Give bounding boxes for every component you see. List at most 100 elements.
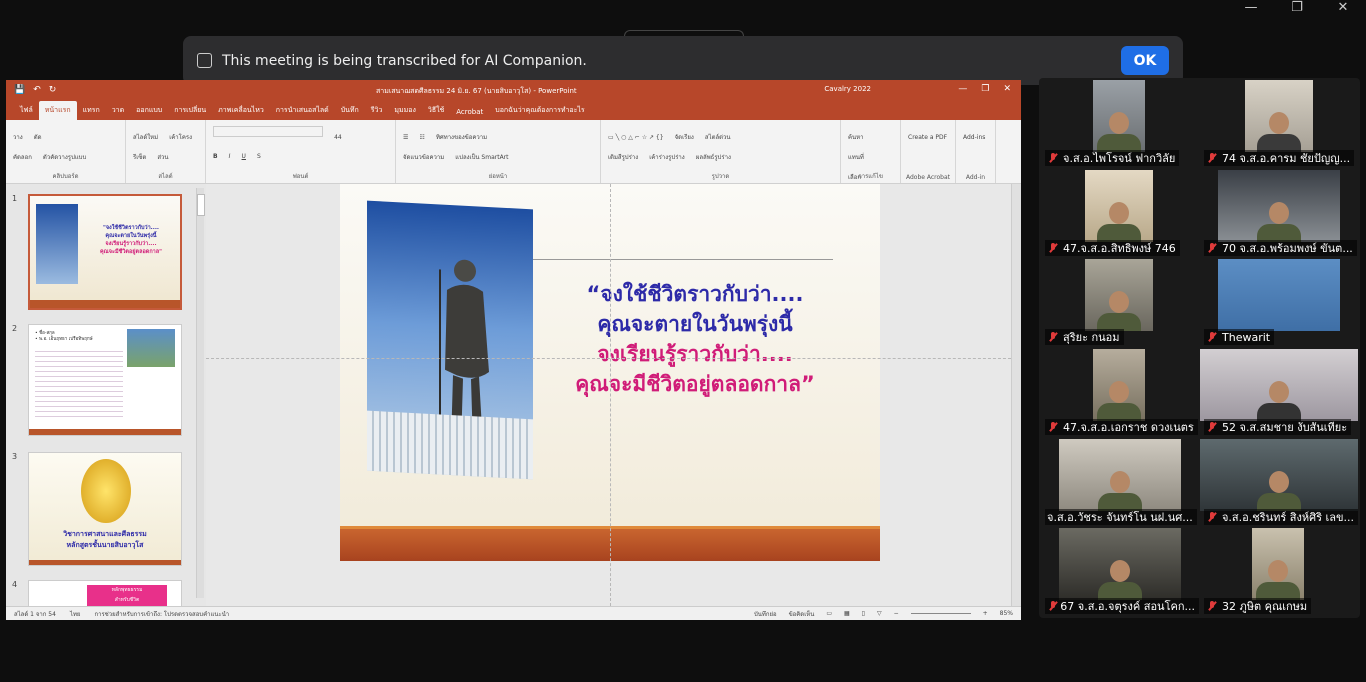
group-label-slides: สไลด์	[158, 173, 173, 180]
slide-thumbnail-3[interactable]: วิชาการศาสนาและศีลธรรม หลักสูตรชั้นนายสิ…	[28, 452, 182, 566]
shape-outline-button[interactable]: เค้าร่างรูปร่าง	[649, 152, 685, 162]
banner-text: This meeting is being transcribed for AI…	[222, 52, 587, 69]
text-direction-button[interactable]: ทิศทางของข้อความ	[436, 132, 487, 142]
slide-thumbnail-2[interactable]: • ชื่อ-สกุล • พ.อ. เอ็นฤทธา เปรือทิพฤกษ์	[28, 324, 182, 436]
zoom-out-icon[interactable]: −	[894, 610, 899, 617]
tab-acrobat[interactable]: Acrobat	[450, 104, 489, 120]
language[interactable]: ไทย	[70, 609, 81, 619]
normal-view-icon[interactable]: ▭	[826, 610, 832, 617]
tab-design[interactable]: ออกแบบ	[130, 101, 168, 120]
redo-icon[interactable]: ↻	[49, 85, 57, 95]
tab-insert[interactable]: แทรก	[77, 101, 106, 120]
shapes-gallery[interactable]: ▭ ╲ ○ △ ⌐ ☆ ↗ {}	[608, 134, 664, 141]
participant-tile[interactable]: 52 จ.ส.สมชาย งับสันเทียะ	[1200, 349, 1358, 437]
zoom-slider[interactable]	[910, 613, 971, 614]
comments-button[interactable]: ข้อคิดเห็น	[789, 609, 815, 619]
quick-styles-button[interactable]: สไตล์ด่วน	[705, 132, 731, 142]
close-icon[interactable]: ✕	[1320, 0, 1366, 15]
tab-file[interactable]: ไฟล์	[14, 101, 39, 120]
section-button[interactable]: ส่วน	[157, 152, 168, 162]
tab-review[interactable]: รีวิว	[365, 101, 389, 120]
participant-tile[interactable]: 67 จ.ส.อ.จตุรงค์ สอนโคก...	[1041, 528, 1199, 616]
participant-tile[interactable]: สุริยะ กนอม	[1041, 259, 1199, 347]
ppt-minimize-icon[interactable]: —	[958, 84, 967, 94]
participant-tile[interactable]: จ.ส.อ.วัชระ จันทร์โน นฝ.นศ...	[1041, 439, 1199, 527]
mic-muted-icon	[1047, 242, 1059, 254]
mic-muted-icon	[1047, 152, 1059, 164]
tab-help[interactable]: วิธีใช้	[422, 101, 450, 120]
thumbs-scrollbar[interactable]	[196, 188, 205, 598]
slideshow-view-icon[interactable]: ▽	[877, 610, 882, 617]
copy-button[interactable]: คัดลอก	[13, 152, 32, 162]
quote-line-1: “จงใช้ชีวิตราวกับว่า....	[586, 282, 804, 306]
paste-button[interactable]: วาง	[13, 132, 23, 142]
numbering-icon[interactable]: ☷	[419, 134, 424, 141]
group-label-drawing: รูปวาด	[711, 173, 730, 180]
participant-video	[1218, 170, 1340, 242]
underline-icon[interactable]: U	[242, 153, 246, 160]
cut-button[interactable]: ตัด	[34, 132, 42, 142]
participant-tile[interactable]: Thewarit	[1200, 259, 1358, 347]
reset-button[interactable]: รีเซ็ต	[133, 152, 146, 162]
reading-view-icon[interactable]: ▯	[862, 610, 865, 617]
slide-count: สไลด์ 1 จาก 54	[14, 610, 56, 618]
shared-powerpoint-window: 💾 ↶ ↻ สามเสนาฌสดศีลธรรม 24 มิ.ย. 67 (นาย…	[6, 80, 1021, 620]
zoom-in-icon[interactable]: +	[983, 610, 988, 617]
participant-video	[1200, 439, 1358, 511]
tab-record[interactable]: บันทึก	[335, 101, 365, 120]
participant-tile[interactable]: 74 จ.ส.อ.คารม ชัยปัญญ...	[1200, 80, 1358, 168]
participant-tile[interactable]: จ.ส.อ.ชรินทร์ สิงห์ศิริ เลข...	[1200, 439, 1358, 527]
participant-video	[1085, 259, 1153, 331]
shape-fill-button[interactable]: เติมสีรูปร่าง	[608, 152, 638, 162]
font-size-select[interactable]: 44	[334, 134, 342, 141]
participant-name: จ.ส.อ.ไพโรจน์ ฟากวิลัย	[1063, 152, 1176, 165]
group-clipboard: วาง ตัด คัดลอก ตัวคัดวางรูปแบบ คลิปบอร์ด	[6, 120, 126, 183]
smartart-button[interactable]: แปลงเป็น SmartArt	[455, 152, 508, 162]
tab-home[interactable]: หน้าแรก	[38, 101, 77, 120]
bold-icon[interactable]: B	[213, 153, 218, 160]
new-slide-button[interactable]: สไลด์ใหม่	[133, 132, 158, 142]
tell-me-search[interactable]: บอกฉันว่าคุณต้องการทำอะไร	[489, 101, 590, 120]
tab-animations[interactable]: ภาพเคลื่อนไหว	[212, 101, 270, 120]
layout-button[interactable]: เค้าโครง	[169, 132, 192, 142]
notes-button[interactable]: บันทึกย่อ	[754, 609, 777, 619]
participant-tile[interactable]: 70 จ.ส.อ.พร้อมพงษ์ ขันต...	[1200, 170, 1358, 258]
save-icon[interactable]: 💾	[14, 85, 25, 95]
ppt-close-icon[interactable]: ✕	[1003, 84, 1011, 94]
quote-text[interactable]: “จงใช้ชีวิตราวกับว่า.... คุณจะตายในวันพร…	[535, 279, 855, 399]
accessibility-status[interactable]: การช่วยสำหรับการเข้าถึง: โปรดตรวจสอบคำแน…	[94, 609, 229, 619]
replace-button[interactable]: แทนที่	[848, 152, 864, 162]
zoom-level[interactable]: 85%	[1000, 610, 1013, 617]
format-painter-button[interactable]: ตัวคัดวางรูปแบบ	[43, 152, 86, 162]
minimize-icon[interactable]: —	[1228, 0, 1274, 15]
find-button[interactable]: ค้นหา	[848, 132, 863, 142]
participant-video	[1059, 528, 1181, 600]
font-name-select[interactable]	[213, 126, 323, 137]
participant-tile[interactable]: 32 ภูษิต คุณเกษม	[1200, 528, 1358, 616]
shape-effects-button[interactable]: ผลลัพธ์รูปร่าง	[696, 152, 731, 162]
strikethrough-icon[interactable]: S	[257, 153, 261, 160]
slide-thumbnail-1[interactable]: "จงใช้ชีวิตราวกับว่า.... คุณจะตายในวันพร…	[28, 194, 182, 310]
tab-draw[interactable]: วาด	[106, 101, 130, 120]
tab-view[interactable]: มุมมอง	[388, 101, 421, 120]
slide-thumbnail-4[interactable]: หลักพุทธธรรม สำหรับชีวิต	[28, 580, 182, 606]
addins-button[interactable]: Add-ins	[963, 134, 985, 141]
canvas-scrollbar[interactable]	[1011, 184, 1021, 606]
participant-tile[interactable]: 47.จ.ส.อ.เอกราช ดวงเนตร	[1041, 349, 1199, 437]
sorter-view-icon[interactable]: ▦	[844, 610, 850, 617]
participant-name: จ.ส.อ.วัชระ จันทร์โน นฝ.นศ...	[1047, 511, 1193, 524]
tab-slideshow[interactable]: การนำเสนอสไลด์	[270, 101, 335, 120]
undo-icon[interactable]: ↶	[33, 85, 41, 95]
transcription-banner: This meeting is being transcribed for AI…	[183, 36, 1183, 85]
maximize-icon[interactable]: ❐	[1274, 0, 1320, 15]
align-text-button[interactable]: จัดแนวข้อความ	[403, 152, 444, 162]
bullets-icon[interactable]: ☰	[403, 134, 408, 141]
ppt-restore-icon[interactable]: ❐	[981, 84, 989, 94]
participant-tile[interactable]: จ.ส.อ.ไพโรจน์ ฟากวิลัย	[1041, 80, 1199, 168]
italic-icon[interactable]: I	[229, 153, 231, 160]
create-pdf-button[interactable]: Create a PDF	[908, 134, 947, 141]
participant-tile[interactable]: 47.จ.ส.อ.สิทธิพงษ์ 746	[1041, 170, 1199, 258]
arrange-button[interactable]: จัดเรียง	[675, 132, 694, 142]
ok-button[interactable]: OK	[1121, 46, 1169, 75]
tab-transitions[interactable]: การเปลี่ยน	[168, 101, 212, 120]
